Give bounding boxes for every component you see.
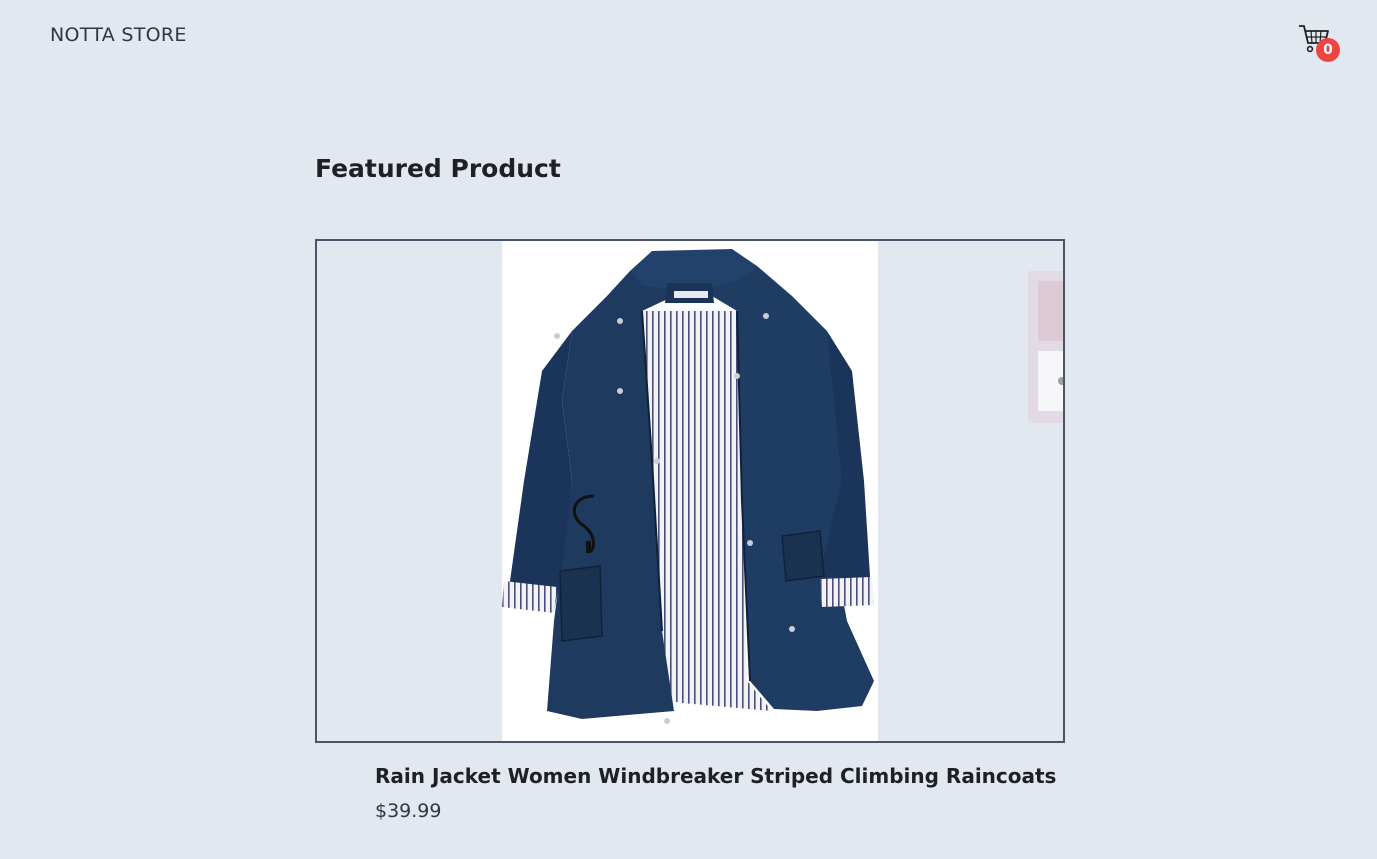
store-logo[interactable]: NOTTA STORE: [50, 24, 187, 46]
product-price: $39.99: [375, 800, 442, 822]
section-title: Featured Product: [315, 154, 561, 183]
product-image[interactable]: [502, 241, 878, 741]
cart-count-badge: 0: [1316, 38, 1340, 62]
jacket-image: [502, 249, 874, 724]
product-title[interactable]: Rain Jacket Women Windbreaker Striped Cl…: [375, 764, 1056, 788]
cart-button[interactable]: 0: [1296, 20, 1342, 62]
next-slide-preview[interactable]: [1028, 271, 1063, 423]
site-header: NOTTA STORE 0: [0, 0, 1377, 80]
product-carousel[interactable]: [315, 239, 1065, 743]
